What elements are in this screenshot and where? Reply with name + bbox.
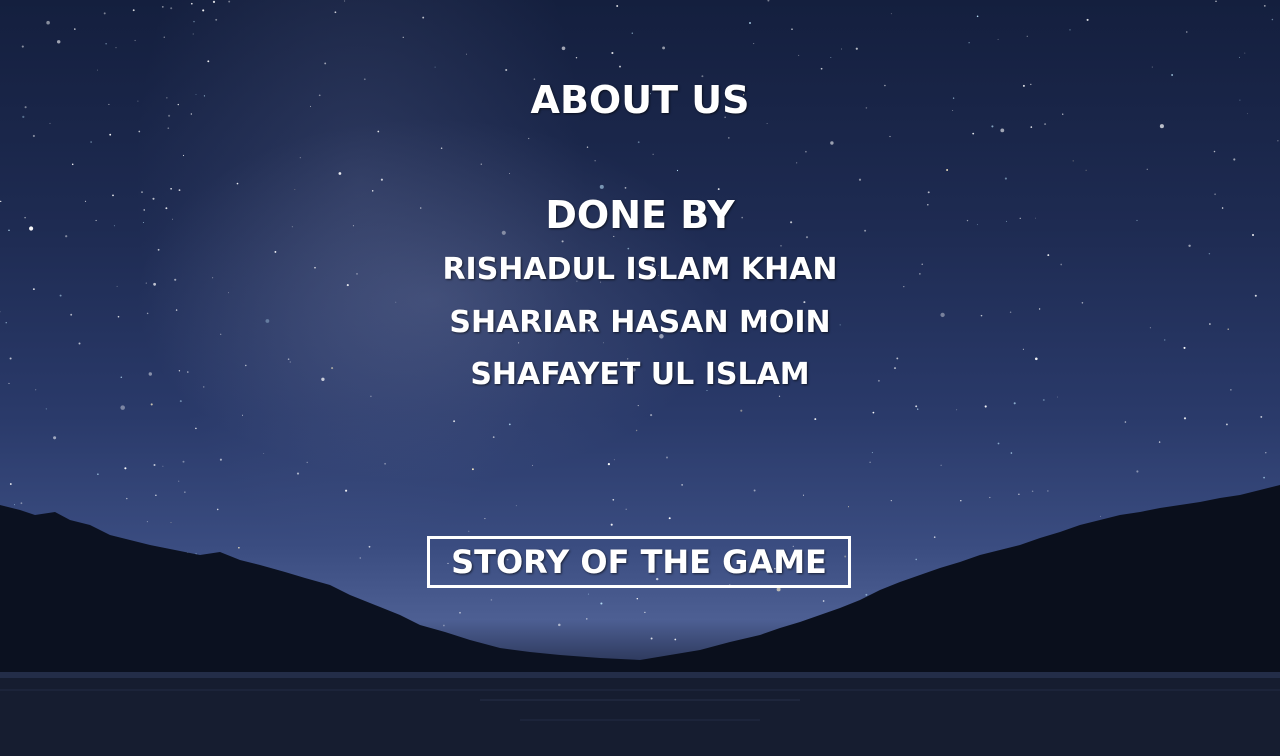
about-us-title: ABOUT US bbox=[530, 78, 750, 122]
team-member-name: SHAFAYET UL ISLAM bbox=[470, 357, 810, 392]
story-of-the-game-button[interactable]: STORY OF THE GAME bbox=[427, 536, 851, 588]
about-screen: ABOUT US DONE BY RISHADUL ISLAM KHAN SHA… bbox=[0, 0, 1280, 756]
team-member-name: RISHADUL ISLAM KHAN bbox=[442, 252, 838, 287]
done-by-heading: DONE BY bbox=[545, 193, 735, 237]
team-member-name: SHARIAR HASAN MOIN bbox=[449, 305, 831, 340]
